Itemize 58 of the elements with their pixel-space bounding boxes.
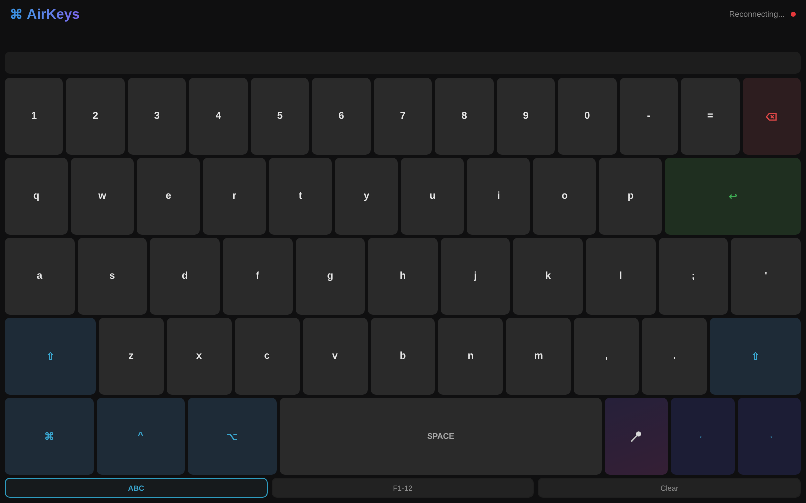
shift-key[interactable]: ⇧ (5, 318, 96, 395)
key[interactable]: t (269, 158, 332, 235)
key[interactable]: 0 (558, 78, 617, 155)
key[interactable]: w (71, 158, 134, 235)
space-key[interactable]: SPACE (280, 398, 602, 475)
key[interactable]: s (78, 238, 148, 315)
key[interactable]: z (98, 318, 164, 395)
key[interactable]: c (234, 318, 300, 395)
key[interactable]: 8 (435, 78, 494, 155)
key[interactable]: o (533, 158, 596, 235)
key[interactable]: 3 (128, 78, 186, 155)
key[interactable]: a (5, 238, 75, 315)
key[interactable]: l (586, 238, 656, 315)
key[interactable]: v (302, 318, 368, 395)
key[interactable]: 9 (496, 78, 556, 155)
key[interactable]: x (166, 318, 232, 395)
backspace-key[interactable] (742, 78, 802, 155)
microphone-key[interactable] (605, 398, 668, 475)
key[interactable]: 2 (66, 78, 125, 155)
key[interactable]: p (599, 158, 662, 235)
connection-status: Reconnecting... (729, 10, 785, 18)
key[interactable]: e (137, 158, 200, 235)
key[interactable]: ' (731, 238, 802, 315)
key[interactable]: k (513, 238, 584, 315)
key[interactable]: q (5, 158, 68, 235)
key[interactable]: , (574, 318, 640, 395)
key[interactable]: 5 (250, 78, 310, 155)
modifier-key[interactable]: ^ (96, 398, 186, 475)
key[interactable]: 4 (189, 78, 248, 155)
logo-icon: ⌘ (10, 6, 23, 22)
shift-key[interactable]: ⇧ (710, 318, 802, 395)
key[interactable]: f (222, 238, 293, 315)
key[interactable]: 6 (312, 78, 371, 155)
key[interactable]: j (440, 238, 510, 315)
key[interactable]: g (296, 238, 366, 315)
arrow-key[interactable]: ← (671, 398, 735, 475)
modifier-key[interactable]: ⌥ (188, 398, 277, 475)
microphone-icon (631, 431, 642, 442)
app-title: AirKeys (27, 6, 80, 22)
key[interactable]: h (368, 238, 438, 315)
key[interactable]: y (335, 158, 398, 235)
key[interactable]: b (370, 318, 436, 395)
key[interactable]: - (620, 78, 678, 155)
key[interactable]: d (150, 238, 220, 315)
key[interactable]: u (401, 158, 464, 235)
key[interactable]: . (642, 318, 708, 395)
modifier-key[interactable]: ⌘ (5, 398, 94, 475)
enter-key[interactable]: ↩ (665, 158, 802, 235)
key[interactable]: n (438, 318, 504, 395)
key[interactable]: = (681, 78, 740, 155)
key[interactable]: r (203, 158, 266, 235)
key[interactable]: 1 (5, 78, 64, 155)
key[interactable]: i (467, 158, 530, 235)
key[interactable]: ; (658, 238, 728, 315)
arrow-key[interactable]: → (738, 398, 801, 475)
key[interactable]: 7 (374, 78, 432, 155)
key[interactable]: m (506, 318, 572, 395)
backspace-icon (766, 112, 778, 120)
